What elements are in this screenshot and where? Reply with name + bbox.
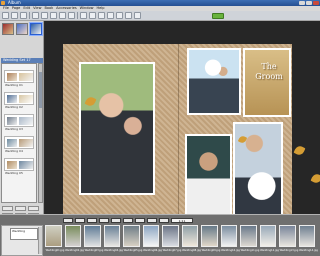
redo-icon[interactable] bbox=[68, 12, 75, 19]
film-thumbnail[interactable]: Wedding09.jpg bbox=[201, 225, 220, 252]
filmstrip-zoom-button[interactable] bbox=[147, 217, 157, 223]
shadow-icon[interactable] bbox=[134, 12, 141, 19]
filmstrip-grid-button[interactable] bbox=[135, 217, 145, 223]
undo-icon[interactable] bbox=[59, 12, 66, 19]
bottom-panel: 1:11 Wedding Wedding01.jpg Wedding02.jpg… bbox=[0, 214, 320, 256]
toolbar bbox=[0, 11, 320, 21]
page-thumbnail bbox=[7, 117, 17, 125]
minimize-button[interactable] bbox=[299, 1, 305, 5]
bride-portrait-photo[interactable] bbox=[185, 134, 232, 223]
tab-layouts[interactable] bbox=[29, 22, 43, 36]
list-item[interactable]: Wedding 02 bbox=[4, 92, 34, 109]
list-item[interactable]: Wedding 05 bbox=[4, 158, 34, 175]
folder-browser: Wedding bbox=[1, 225, 43, 256]
close-button[interactable] bbox=[313, 1, 319, 5]
bride-groom-photo[interactable] bbox=[187, 48, 241, 115]
panel-options-button[interactable] bbox=[28, 206, 39, 211]
list-item[interactable]: Wedding 03 bbox=[4, 114, 34, 131]
filmstrip-play-button[interactable] bbox=[75, 217, 85, 223]
toolbar-divider bbox=[77, 12, 78, 19]
film-thumbnail[interactable]: Wedding14.jpg bbox=[298, 225, 318, 252]
page-thumbnail bbox=[19, 139, 33, 147]
bottom-toolbar: 1:11 bbox=[45, 216, 320, 224]
page-caption: Wedding 05 bbox=[5, 171, 23, 175]
page-caption: Wedding 04 bbox=[5, 149, 23, 153]
layout-icon[interactable] bbox=[89, 12, 96, 19]
left-panel: Wedding Set 17 Wedding 01 Wedding 02 Wed… bbox=[0, 21, 44, 218]
page-thumbnail bbox=[7, 73, 17, 81]
paste-icon[interactable] bbox=[50, 12, 57, 19]
film-thumbnail[interactable]: Wedding01.jpg bbox=[45, 225, 64, 252]
filmstrip-stop-button[interactable] bbox=[99, 217, 109, 223]
open-icon[interactable] bbox=[11, 12, 18, 19]
window-controls bbox=[299, 1, 319, 5]
page-thumbnail bbox=[7, 139, 17, 147]
cut-icon[interactable] bbox=[32, 12, 39, 19]
page-list: Wedding 01 Wedding 02 Wedding 03 Wedding… bbox=[1, 63, 37, 203]
groom-text-box[interactable]: The Groom bbox=[243, 48, 291, 117]
maximize-button[interactable] bbox=[306, 1, 312, 5]
film-thumbnail[interactable]: Wedding13.jpg bbox=[279, 225, 298, 252]
folder-field[interactable]: Wedding bbox=[10, 228, 38, 240]
tab-backgrounds[interactable] bbox=[2, 23, 14, 35]
page-thumbnail bbox=[7, 161, 17, 169]
album-spread[interactable]: The Groom bbox=[63, 44, 320, 230]
page-thumbnail bbox=[19, 95, 33, 103]
filmstrip-next-button[interactable] bbox=[87, 217, 97, 223]
text-icon[interactable] bbox=[98, 12, 105, 19]
page-thumbnail bbox=[19, 117, 33, 125]
film-thumbnail[interactable]: Wedding02.jpg bbox=[64, 225, 84, 252]
film-thumbnail[interactable]: Wedding10.jpg bbox=[220, 225, 240, 252]
filmstrip-fit-button[interactable] bbox=[159, 217, 169, 223]
groom-caption: The Groom bbox=[255, 62, 283, 81]
folder-scrollbar[interactable] bbox=[38, 227, 42, 254]
film-caption: Wedding14.jpg bbox=[299, 249, 318, 252]
filmstrip-selector[interactable]: 1:11 bbox=[171, 217, 193, 223]
go-button[interactable] bbox=[212, 12, 224, 19]
list-item[interactable]: Wedding 01 bbox=[4, 70, 34, 87]
filmstrip-view-button[interactable] bbox=[111, 217, 121, 223]
leaf-icon bbox=[310, 172, 320, 185]
grid-icon[interactable] bbox=[116, 12, 123, 19]
page-thumbnail bbox=[7, 95, 17, 103]
album-canvas-area: The Groom bbox=[45, 21, 320, 230]
copy-icon[interactable] bbox=[41, 12, 48, 19]
film-thumbnail[interactable]: Wedding12.jpg bbox=[259, 225, 279, 252]
page-caption: Wedding 01 bbox=[5, 83, 23, 87]
film-thumbnail[interactable]: Wedding11.jpg bbox=[240, 225, 259, 252]
tab-pages[interactable] bbox=[16, 23, 28, 35]
new-icon[interactable] bbox=[2, 12, 9, 19]
filmstrip: Wedding01.jpg Wedding02.jpg Wedding03.jp… bbox=[45, 225, 318, 256]
film-thumbnail[interactable]: Wedding03.jpg bbox=[84, 225, 103, 252]
mask-icon[interactable] bbox=[125, 12, 132, 19]
film-thumbnail[interactable]: Wedding06.jpg bbox=[142, 225, 162, 252]
film-thumbnail[interactable]: Wedding07.jpg bbox=[162, 225, 181, 252]
list-item[interactable]: Wedding 04 bbox=[4, 136, 34, 153]
page-thumbnail bbox=[19, 73, 33, 81]
spine-divider bbox=[178, 44, 179, 225]
save-icon[interactable] bbox=[20, 12, 27, 19]
app-icon bbox=[1, 1, 5, 5]
toolbar-divider bbox=[29, 12, 30, 19]
scrollbar-thumb[interactable] bbox=[39, 72, 42, 108]
film-thumbnail[interactable]: Wedding05.jpg bbox=[123, 225, 142, 252]
page-thumbnail bbox=[19, 161, 33, 169]
zoom-icon[interactable] bbox=[80, 12, 87, 19]
page-caption: Wedding 02 bbox=[5, 105, 23, 109]
filmstrip-prev-button[interactable] bbox=[63, 217, 73, 223]
filmstrip-sort-button[interactable] bbox=[123, 217, 133, 223]
film-thumbnail[interactable]: Wedding08.jpg bbox=[181, 225, 201, 252]
film-thumbnail[interactable]: Wedding04.jpg bbox=[103, 225, 123, 252]
page-caption: Wedding 03 bbox=[5, 127, 23, 131]
window-title: Album bbox=[8, 0, 21, 5]
panel-remove-button[interactable] bbox=[15, 206, 26, 211]
crop-icon[interactable] bbox=[107, 12, 114, 19]
panel-tabs bbox=[2, 22, 43, 36]
page-list-scrollbar[interactable] bbox=[38, 63, 43, 203]
panel-add-button[interactable] bbox=[2, 206, 13, 211]
couple-toast-photo[interactable] bbox=[79, 62, 155, 195]
leaf-icon bbox=[293, 144, 306, 157]
